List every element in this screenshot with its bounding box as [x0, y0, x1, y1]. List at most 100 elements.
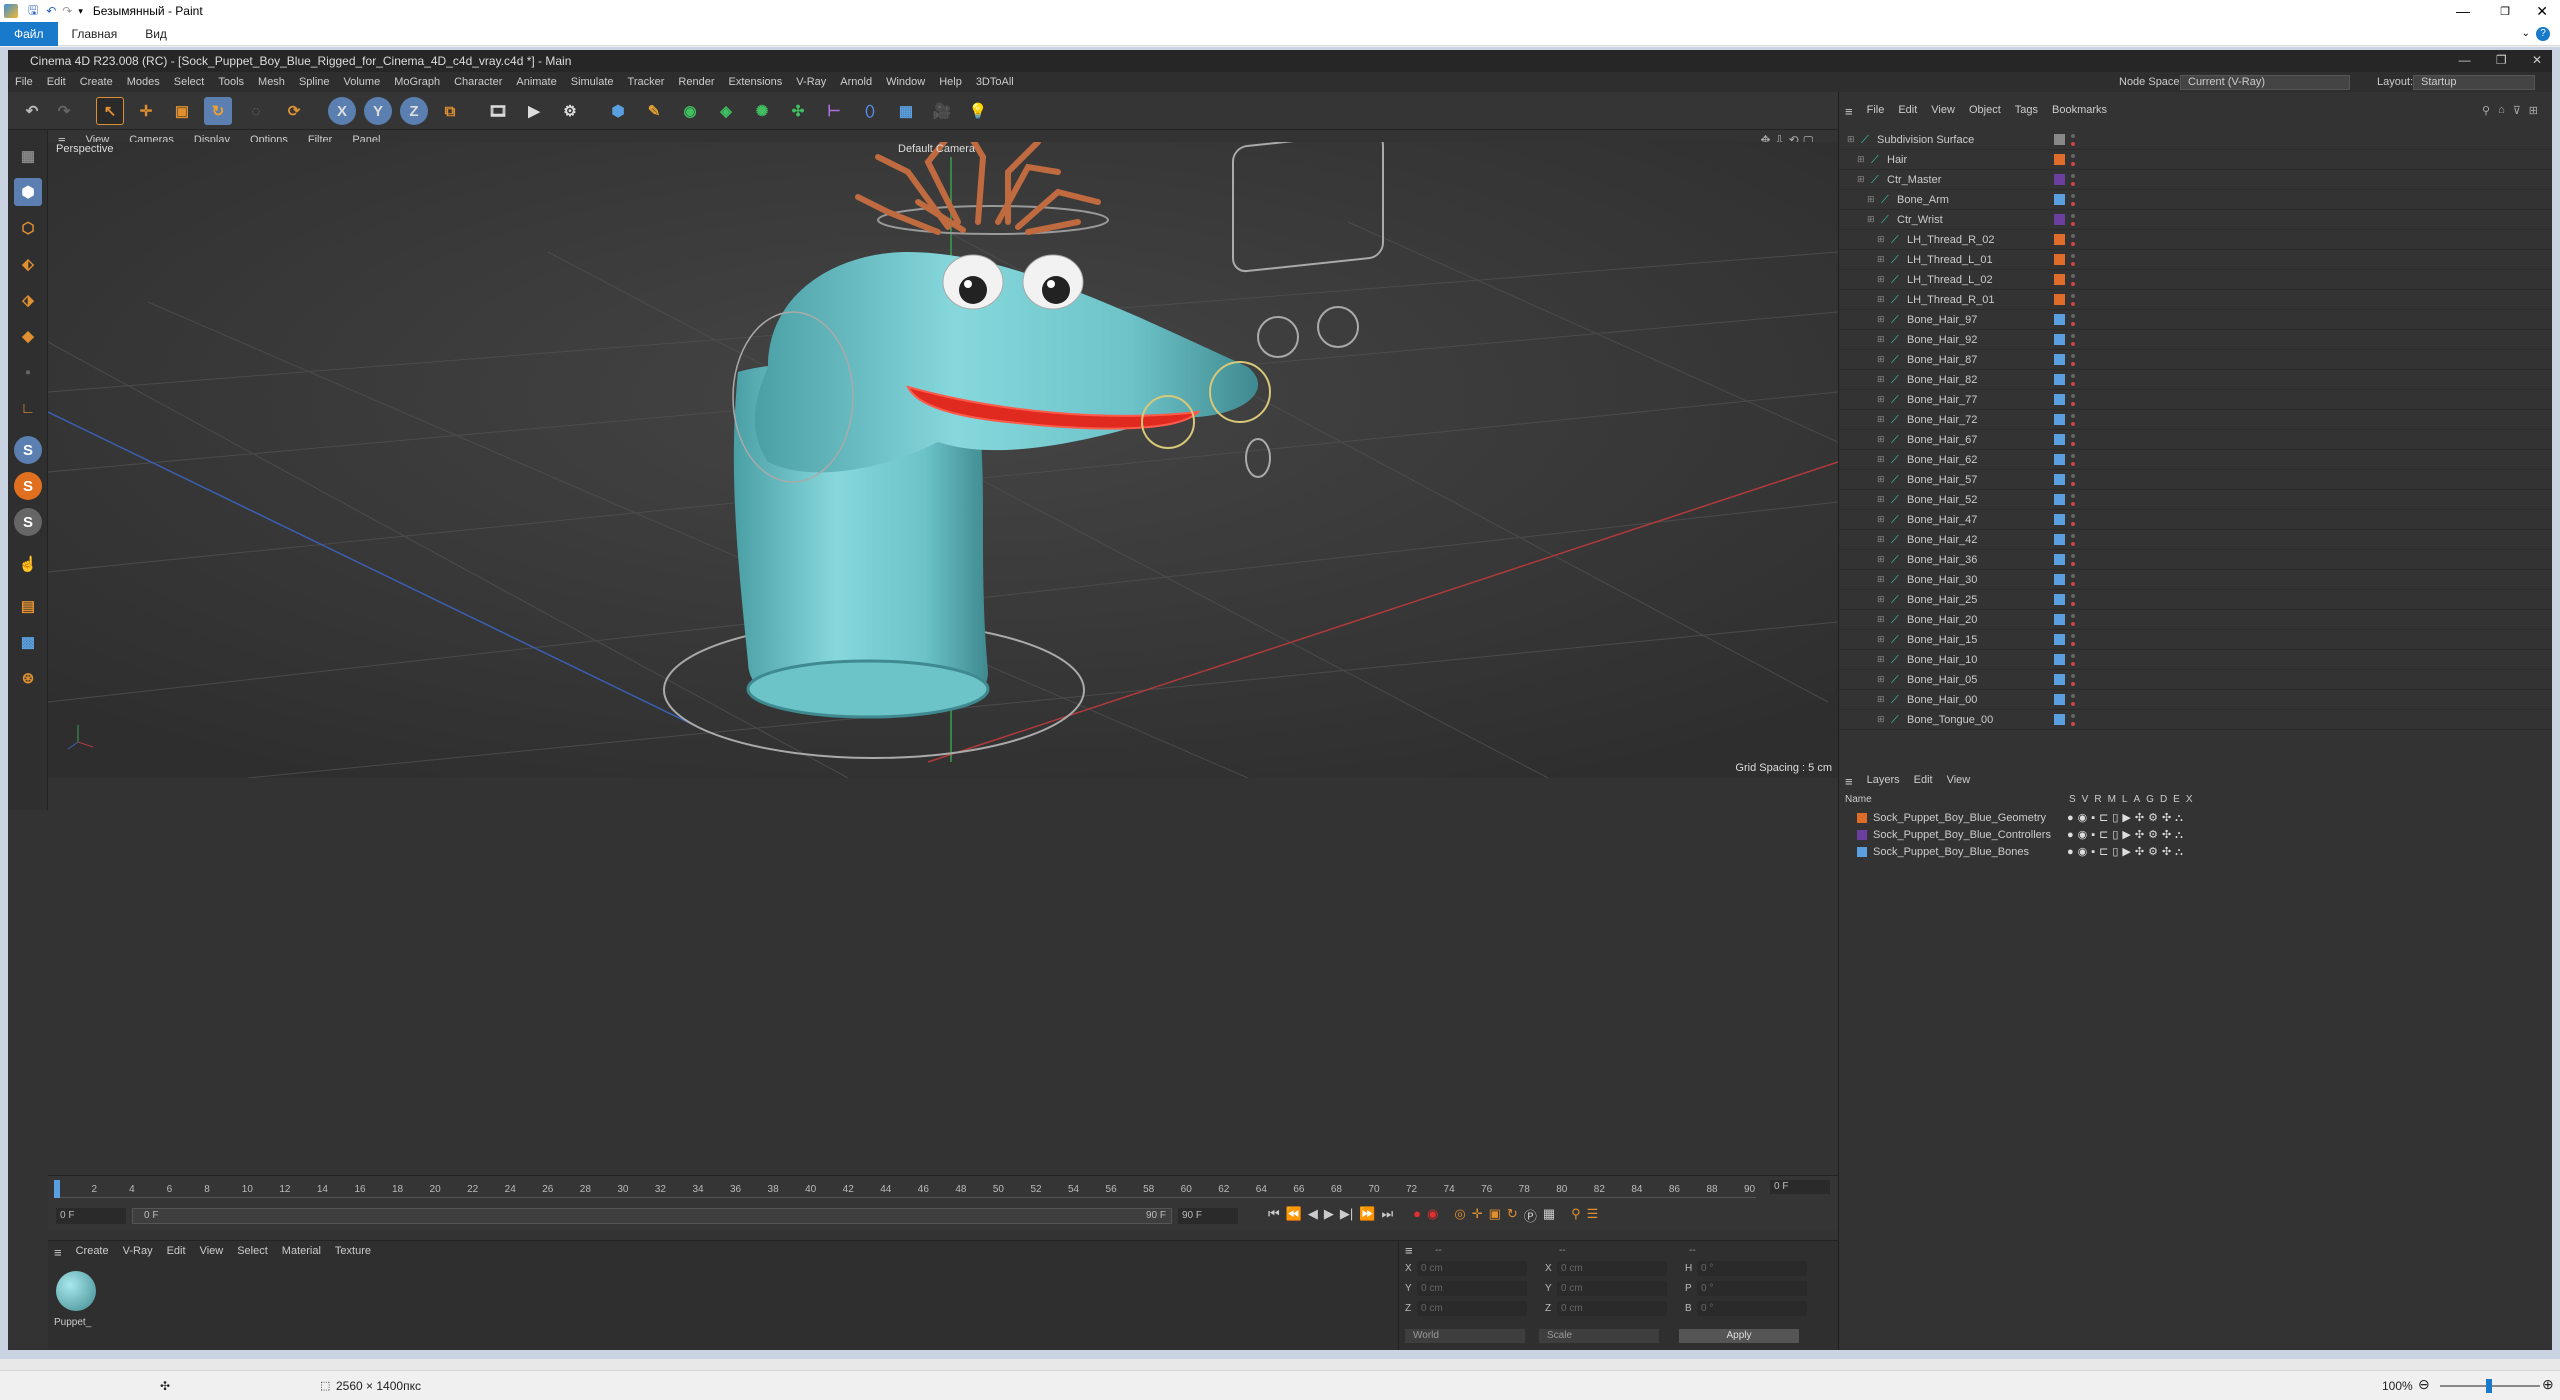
- layer-column-header[interactable]: D: [2160, 794, 2167, 805]
- layer-color-swatch[interactable]: [2054, 574, 2065, 585]
- goto-end-icon[interactable]: ⏭: [1381, 1206, 1393, 1225]
- object-row[interactable]: ⊞ ⟋ LH_Thread_L_01: [1839, 250, 2552, 270]
- zoom-slider-thumb[interactable]: [2486, 1379, 2492, 1393]
- 3d-viewport[interactable]: Perspective Default Camera Grid Spacing …: [48, 142, 1838, 778]
- visibility-dots[interactable]: [2071, 334, 2075, 346]
- laymgr-menu-edit[interactable]: Edit: [1914, 774, 1933, 789]
- visibility-dots[interactable]: [2071, 594, 2075, 606]
- layer-color-swatch[interactable]: [2054, 654, 2065, 665]
- zoom-out-button[interactable]: ⊖: [2418, 1376, 2430, 1393]
- visibility-dots[interactable]: [2071, 154, 2075, 166]
- zoom-slider[interactable]: [2440, 1379, 2540, 1393]
- visibility-dots[interactable]: [2071, 614, 2075, 626]
- visibility-dots[interactable]: [2071, 674, 2075, 686]
- layer-toggle-icons[interactable]: ●◉▪⊏▯▶✣⚙✣⛬: [2067, 811, 2187, 825]
- quick-access-dropdown-icon[interactable]: ▾: [78, 6, 83, 17]
- object-row[interactable]: ⊞ ⟋ Bone_Hair_36: [1839, 550, 2552, 570]
- layer-color-swatch[interactable]: [2054, 274, 2065, 285]
- next-frame-icon[interactable]: ▶|: [1340, 1206, 1353, 1225]
- make-editable-icon[interactable]: ▦: [14, 142, 42, 170]
- subdivision-icon[interactable]: ◉: [676, 97, 704, 125]
- layer-color-swatch[interactable]: [1857, 847, 1867, 857]
- layer-color-swatch[interactable]: [2054, 594, 2065, 605]
- expand-toggle-icon[interactable]: ⊞: [1877, 334, 1885, 345]
- object-row[interactable]: ⊞ ⟋ Bone_Hair_52: [1839, 490, 2552, 510]
- menu-help[interactable]: Help: [932, 76, 969, 88]
- pen-icon[interactable]: ✎: [640, 97, 668, 125]
- scale-tool-icon[interactable]: ▣: [168, 97, 196, 125]
- layer-column-header[interactable]: A: [2133, 794, 2140, 805]
- object-row[interactable]: ⊞ ⟋ Bone_Hair_20: [1839, 610, 2552, 630]
- visibility-dots[interactable]: [2071, 294, 2075, 306]
- visibility-dots[interactable]: [2071, 414, 2075, 426]
- coord-value-field[interactable]: 0 cm: [1557, 1301, 1667, 1316]
- c4d-restore-icon[interactable]: ❐: [2496, 53, 2507, 67]
- play-icon[interactable]: ▶: [1324, 1206, 1334, 1225]
- layer-row[interactable]: Sock_Puppet_Boy_Blue_Bones ●◉▪⊏▯▶✣⚙✣⛬: [1839, 844, 2552, 861]
- menu-simulate[interactable]: Simulate: [564, 76, 621, 88]
- layer-color-swatch[interactable]: [2054, 294, 2065, 305]
- object-row[interactable]: ⊞ ⟋ Bone_Hair_97: [1839, 310, 2552, 330]
- object-row[interactable]: ⊞ ⟋ Bone_Hair_25: [1839, 590, 2552, 610]
- object-row[interactable]: ⊞ ⟋ LH_Thread_L_02: [1839, 270, 2552, 290]
- visibility-dots[interactable]: [2071, 434, 2075, 446]
- visibility-dots[interactable]: [2071, 694, 2075, 706]
- playhead[interactable]: [54, 1180, 60, 1198]
- workplane-icon[interactable]: ▤: [14, 592, 42, 620]
- timeline-icon[interactable]: ☰: [1587, 1206, 1599, 1225]
- object-row[interactable]: ⊞ ⟋ Bone_Hair_92: [1839, 330, 2552, 350]
- layer-color-swatch[interactable]: [2054, 534, 2065, 545]
- timeline-ruler[interactable]: [56, 1182, 1756, 1198]
- object-row[interactable]: ⊞ ⟋ Bone_Hair_67: [1839, 430, 2552, 450]
- field-icon[interactable]: ⊢: [820, 97, 848, 125]
- objmgr-hamburger-icon[interactable]: ≡: [1845, 104, 1853, 119]
- layer-column-header[interactable]: G: [2146, 794, 2154, 805]
- layer-color-swatch[interactable]: [2054, 174, 2065, 185]
- menu-mograph[interactable]: MoGraph: [387, 76, 447, 88]
- coord-value-field[interactable]: 0 cm: [1557, 1281, 1667, 1296]
- auto-key-icon[interactable]: ◉: [1427, 1206, 1438, 1225]
- visibility-dots[interactable]: [2071, 134, 2075, 146]
- laymgr-menu-layers[interactable]: Layers: [1867, 774, 1900, 789]
- help-icon[interactable]: ?: [2536, 26, 2550, 41]
- goto-start-icon[interactable]: ⏮: [1268, 1206, 1280, 1225]
- object-row[interactable]: ⊞ ⟋ Bone_Hair_87: [1839, 350, 2552, 370]
- visibility-dots[interactable]: [2071, 454, 2075, 466]
- expand-toggle-icon[interactable]: ⊞: [1877, 514, 1885, 525]
- objmgr-menu-bookmarks[interactable]: Bookmarks: [2052, 104, 2107, 119]
- edges-mode-icon[interactable]: ⬗: [14, 286, 42, 314]
- object-row[interactable]: ⊞ ⟋ Bone_Hair_77: [1839, 390, 2552, 410]
- camera-icon[interactable]: 🎥: [928, 97, 956, 125]
- expand-toggle-icon[interactable]: ⊞: [1877, 314, 1885, 325]
- frame-range-slider[interactable]: [132, 1208, 1172, 1224]
- layer-color-swatch[interactable]: [2054, 614, 2065, 625]
- move-tool-icon[interactable]: ✛: [132, 97, 160, 125]
- tab-home[interactable]: Главная: [58, 24, 132, 44]
- menu-edit[interactable]: Edit: [40, 76, 73, 88]
- tab-view[interactable]: Вид: [131, 24, 181, 44]
- expand-toggle-icon[interactable]: ⊞: [1877, 534, 1885, 545]
- expand-toggle-icon[interactable]: ⊞: [1877, 454, 1885, 465]
- texture-mode-icon[interactable]: ⬡: [14, 214, 42, 242]
- right-frame-field[interactable]: 0 F: [1770, 1180, 1830, 1194]
- current-frame-field[interactable]: 0 F: [56, 1208, 126, 1224]
- expand-toggle-icon[interactable]: ⊞: [1877, 634, 1885, 645]
- layer-color-swatch[interactable]: [2054, 474, 2065, 485]
- visibility-dots[interactable]: [2071, 234, 2075, 246]
- light-icon[interactable]: 💡: [964, 97, 992, 125]
- object-row[interactable]: ⊞ ⟋ Bone_Hair_72: [1839, 410, 2552, 430]
- prev-key-icon[interactable]: ⏪: [1286, 1206, 1302, 1225]
- menu-file[interactable]: File: [8, 76, 40, 88]
- layer-color-swatch[interactable]: [2054, 354, 2065, 365]
- menu-select[interactable]: Select: [167, 76, 212, 88]
- end-frame-field[interactable]: 90 F: [1178, 1208, 1238, 1224]
- menu-spline[interactable]: Spline: [292, 76, 337, 88]
- search-icon[interactable]: ⚲: [2482, 104, 2490, 117]
- prev-frame-icon[interactable]: ◀: [1308, 1206, 1318, 1225]
- layer-color-swatch[interactable]: [2054, 374, 2065, 385]
- expand-toggle-icon[interactable]: ⊞: [1877, 574, 1885, 585]
- visibility-dots[interactable]: [2071, 514, 2075, 526]
- expand-toggle-icon[interactable]: ⊞: [1877, 294, 1885, 305]
- layer-column-header[interactable]: S: [2069, 794, 2076, 805]
- recent-tool-icon[interactable]: ◌: [242, 97, 270, 125]
